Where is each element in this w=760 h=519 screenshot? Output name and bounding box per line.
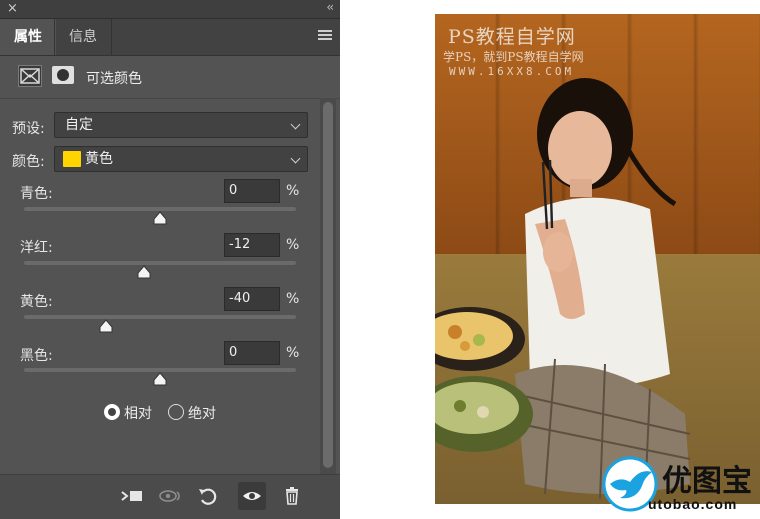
panel-scrollbar[interactable]	[320, 98, 336, 474]
panel-title-strip: × ‹‹	[0, 0, 340, 19]
logo-name: 优图宝	[662, 464, 752, 499]
slider-label: 黑色:	[20, 348, 53, 364]
colors-dropdown[interactable]: 黄色	[54, 146, 308, 172]
slider-thumb[interactable]	[99, 319, 113, 333]
percent-unit: %	[286, 291, 300, 307]
site-logo: 优图宝 utobao.com	[600, 452, 758, 516]
slider-thumb[interactable]	[153, 211, 167, 225]
magenta-value-field[interactable]: -12	[224, 233, 280, 257]
slider-thumb[interactable]	[153, 372, 167, 386]
radio-relative-label[interactable]: 相对	[124, 403, 152, 423]
layer-mask-icon[interactable]	[52, 66, 74, 84]
tab-properties[interactable]: 属性	[0, 19, 56, 55]
panel-menu-icon[interactable]	[318, 28, 332, 42]
preset-dropdown[interactable]: 自定	[54, 112, 308, 138]
slider-thumb[interactable]	[137, 265, 151, 279]
slider-track[interactable]	[24, 261, 296, 265]
slider-label: 青色:	[20, 186, 53, 202]
view-previous-icon[interactable]	[156, 482, 184, 510]
watermark-url: WWW.16XX8.COM	[449, 65, 575, 78]
colors-label: 颜色:	[12, 154, 45, 170]
panel-tabbar: 属性 信息	[0, 19, 340, 56]
collapse-panel-icon[interactable]: ‹‹	[326, 0, 333, 14]
method-radio-group: 相对 绝对	[104, 402, 304, 426]
preview-photo: PS教程自学网 学PS，就到PS教程自学网 WWW.16XX8.COM	[435, 14, 760, 504]
slider-label: 洋红:	[20, 240, 53, 256]
radio-relative[interactable]	[104, 404, 120, 420]
reset-icon[interactable]	[194, 482, 222, 510]
black-value-field[interactable]: 0	[224, 341, 280, 365]
selective-color-adjustment-icon[interactable]	[18, 65, 42, 87]
color-swatch	[63, 151, 81, 167]
close-icon[interactable]: ×	[7, 1, 18, 16]
adjustment-title: 可选颜色	[86, 71, 142, 87]
yellow-value-field[interactable]: -40	[224, 287, 280, 311]
trash-icon[interactable]	[278, 482, 306, 510]
panel-footer	[0, 474, 340, 519]
adjustment-header: 可选颜色	[0, 56, 340, 99]
radio-absolute[interactable]	[168, 404, 184, 420]
preset-value: 自定	[65, 117, 93, 133]
watermark-subtitle: 学PS，就到PS教程自学网	[443, 50, 584, 64]
watermark-title: PS教程自学网	[448, 26, 576, 48]
percent-unit: %	[286, 183, 300, 199]
photo-subject-illustration	[435, 78, 691, 500]
logo-url: utobao.com	[648, 496, 738, 512]
radio-absolute-label[interactable]: 绝对	[188, 403, 216, 423]
clip-to-layer-icon[interactable]	[118, 482, 146, 510]
scrollbar-handle[interactable]	[323, 102, 333, 468]
chevron-down-icon	[290, 153, 301, 164]
preset-label: 预设:	[12, 121, 45, 137]
cyan-value-field[interactable]: 0	[224, 179, 280, 203]
percent-unit: %	[286, 237, 300, 253]
slider-label: 黄色:	[20, 294, 53, 310]
chevron-down-icon	[290, 119, 301, 130]
tab-info[interactable]: 信息	[54, 19, 112, 55]
visibility-eye-icon[interactable]	[238, 482, 266, 510]
properties-panel: × ‹‹ 属性 信息 可选颜色 预设: 自定 颜色: 黄色 青色: 0 % 洋红…	[0, 0, 340, 519]
slider-track[interactable]	[24, 315, 296, 319]
percent-unit: %	[286, 345, 300, 361]
colors-value: 黄色	[85, 151, 113, 167]
